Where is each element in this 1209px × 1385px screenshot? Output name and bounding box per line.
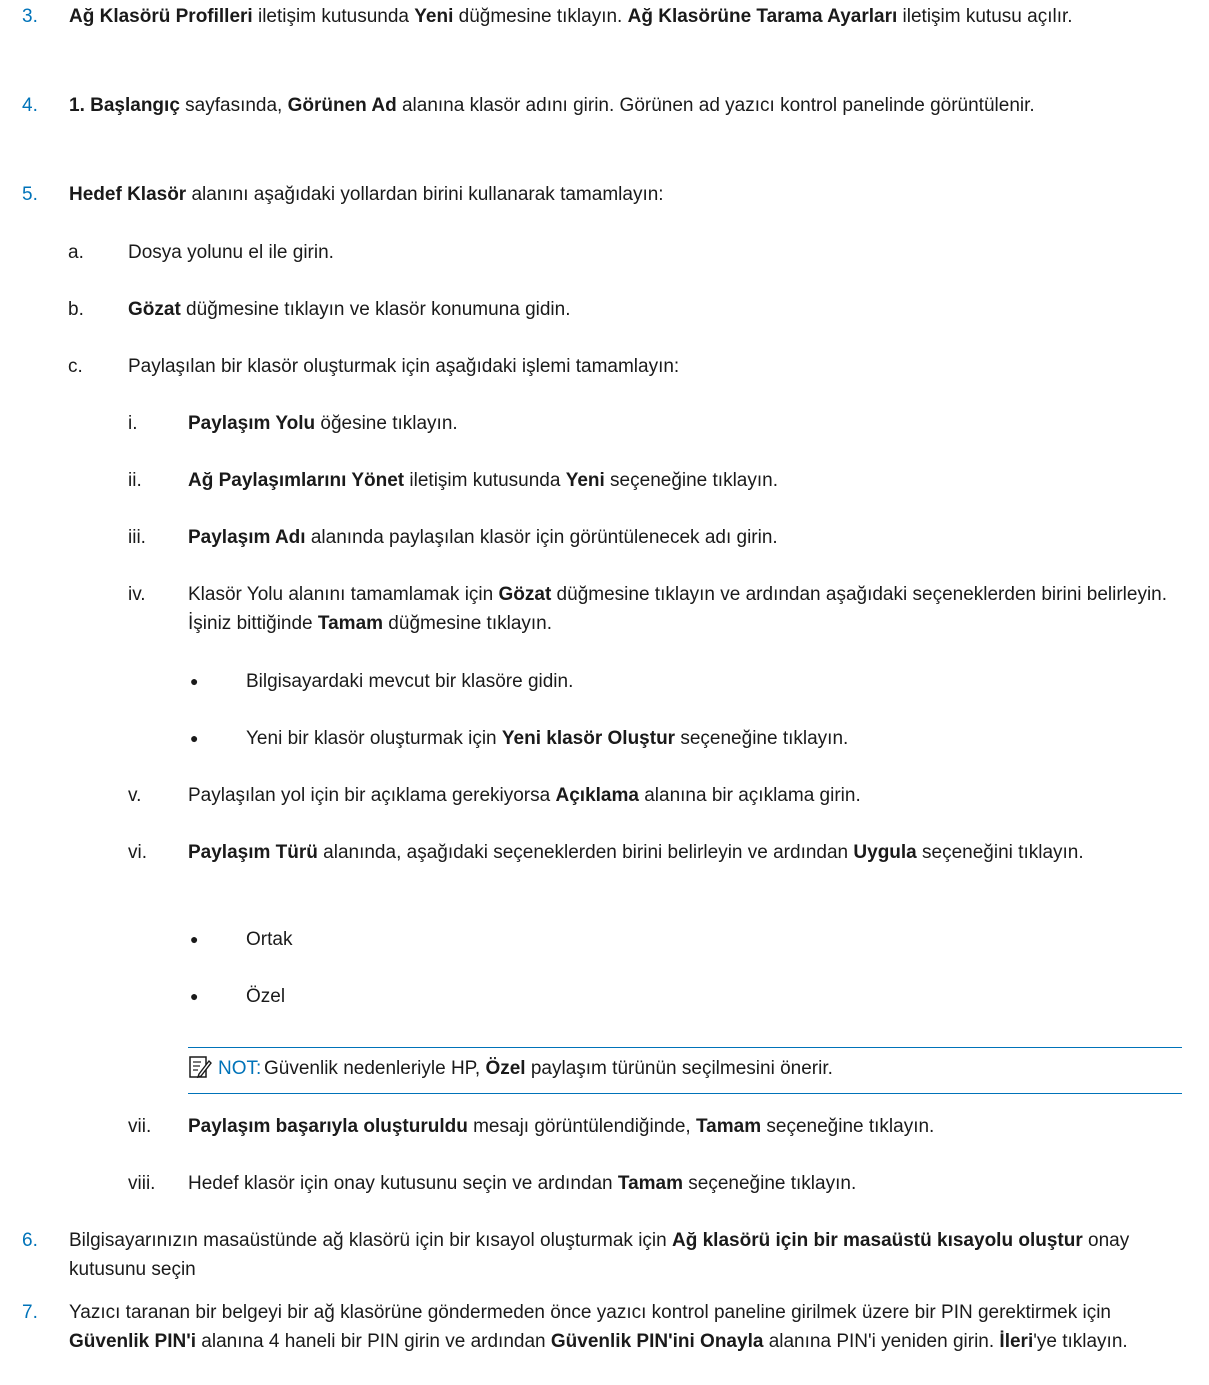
bold-term: Paylaşım Türü [188,842,318,863]
bullet-text: Özel [246,986,286,1007]
roman-numeral: iii. [128,527,146,548]
step-text: Hedef Klasör alanını aşağıdaki yollardan… [69,184,664,205]
step-number: 5. [22,184,38,205]
roman-step-text: Hedef klasör için onay kutusunu seçin ve… [188,1173,857,1194]
step-text: Ağ Klasörü Profilleri iletişim kutusunda… [69,6,1073,27]
bold-term: Yeni klasör Oluştur [501,728,676,749]
bold-term: 1. Başlangıç [69,95,180,116]
bullet-icon: ● [190,988,199,1004]
bold-term: Ağ Klasörüne Tarama Ayarları [627,6,898,27]
bold-term: Ağ Klasörü Profilleri [69,6,253,27]
bold-term: Gözat [128,299,181,320]
bullet-text: Ortak [246,929,293,950]
note-divider-top [188,1047,1182,1048]
bold-term: Güvenlik PIN'i [69,1331,196,1352]
bold-term: Tamam [617,1173,683,1194]
substep-text: Gözat düğmesine tıklayın ve klasör konum… [128,299,571,320]
bold-term: Ağ klasörü için bir masaüstü kısayolu ol… [672,1230,1083,1251]
roman-numeral: ii. [128,470,142,491]
bullet-icon: ● [190,730,199,746]
step-number: 6. [22,1230,38,1251]
roman-numeral: iv. [128,584,146,605]
roman-step-text: Paylaşılan yol için bir açıklama gerekiy… [188,785,861,806]
roman-step-text: Paylaşım Yolu öğesine tıklayın. [188,413,458,434]
bullet-text: Bilgisayardaki mevcut bir klasöre gidin. [246,671,574,692]
roman-step-text: Ağ Paylaşımlarını Yönet iletişim kutusun… [188,470,778,491]
substep-letter: c. [68,356,83,377]
bold-term: İleri [999,1331,1034,1352]
bold-term: Özel [485,1058,526,1079]
bold-term: Paylaşım Yolu [188,413,316,434]
note-divider-bottom [188,1093,1182,1094]
roman-numeral: vii. [128,1116,152,1137]
step-number: 7. [22,1302,38,1323]
step-number: 3. [22,6,38,27]
roman-step-text: Klasör Yolu alanını tamamlamak için Göza… [188,584,1168,634]
substep-text: Dosya yolunu el ile girin. [128,242,334,263]
bold-term: Yeni [414,6,454,27]
roman-step-text: Paylaşım başarıyla oluşturuldu mesajı gö… [188,1116,935,1137]
bold-term: Ağ Paylaşımlarını Yönet [188,470,405,491]
substep-text: Paylaşılan bir klasör oluşturmak için aş… [128,356,680,377]
bullet-icon: ● [190,673,199,689]
note-label: NOT: [218,1058,262,1079]
bold-term: Görünen Ad [287,95,397,116]
bullet-icon: ● [190,931,199,947]
bold-term: Uygula [853,842,917,863]
bold-term: Paylaşım başarıyla oluşturuldu [188,1116,468,1137]
roman-numeral: i. [128,413,138,434]
bold-term: Gözat [498,584,552,605]
roman-step-text: Paylaşım Adı alanında paylaşılan klasör … [188,527,778,548]
document-page: 3. Ağ Klasörü Profilleri iletişim kutusu… [0,0,1209,1385]
step-number: 4. [22,95,38,116]
substep-letter: a. [68,242,84,263]
bullet-text: Yeni bir klasör oluşturmak için Yeni kla… [246,728,849,749]
bold-term: Açıklama [555,785,639,806]
bold-term: Paylaşım Adı [188,527,306,548]
bold-term: Tamam [695,1116,762,1137]
bold-term: Tamam [317,613,384,634]
step-text: Bilgisayarınızın masaüstünde ağ klasörü … [69,1230,1130,1280]
note-text: Güvenlik nedenleriyle HP, Özel paylaşım … [264,1058,833,1079]
bold-term: Hedef Klasör [69,184,187,205]
substep-letter: b. [68,299,84,320]
roman-numeral: viii. [128,1173,156,1194]
bold-term: Yeni [565,470,605,491]
roman-numeral: vi. [128,842,147,863]
step-text: Yazıcı taranan bir belgeyi bir ağ klasör… [69,1302,1128,1352]
note-pencil-icon [188,1055,212,1079]
roman-step-text: Paylaşım Türü alanında, aşağıdaki seçene… [188,842,1084,863]
bold-term: Güvenlik PIN'ini Onayla [550,1331,764,1352]
step-text: 1. Başlangıç sayfasında, Görünen Ad alan… [69,95,1035,116]
roman-numeral: v. [128,785,142,806]
